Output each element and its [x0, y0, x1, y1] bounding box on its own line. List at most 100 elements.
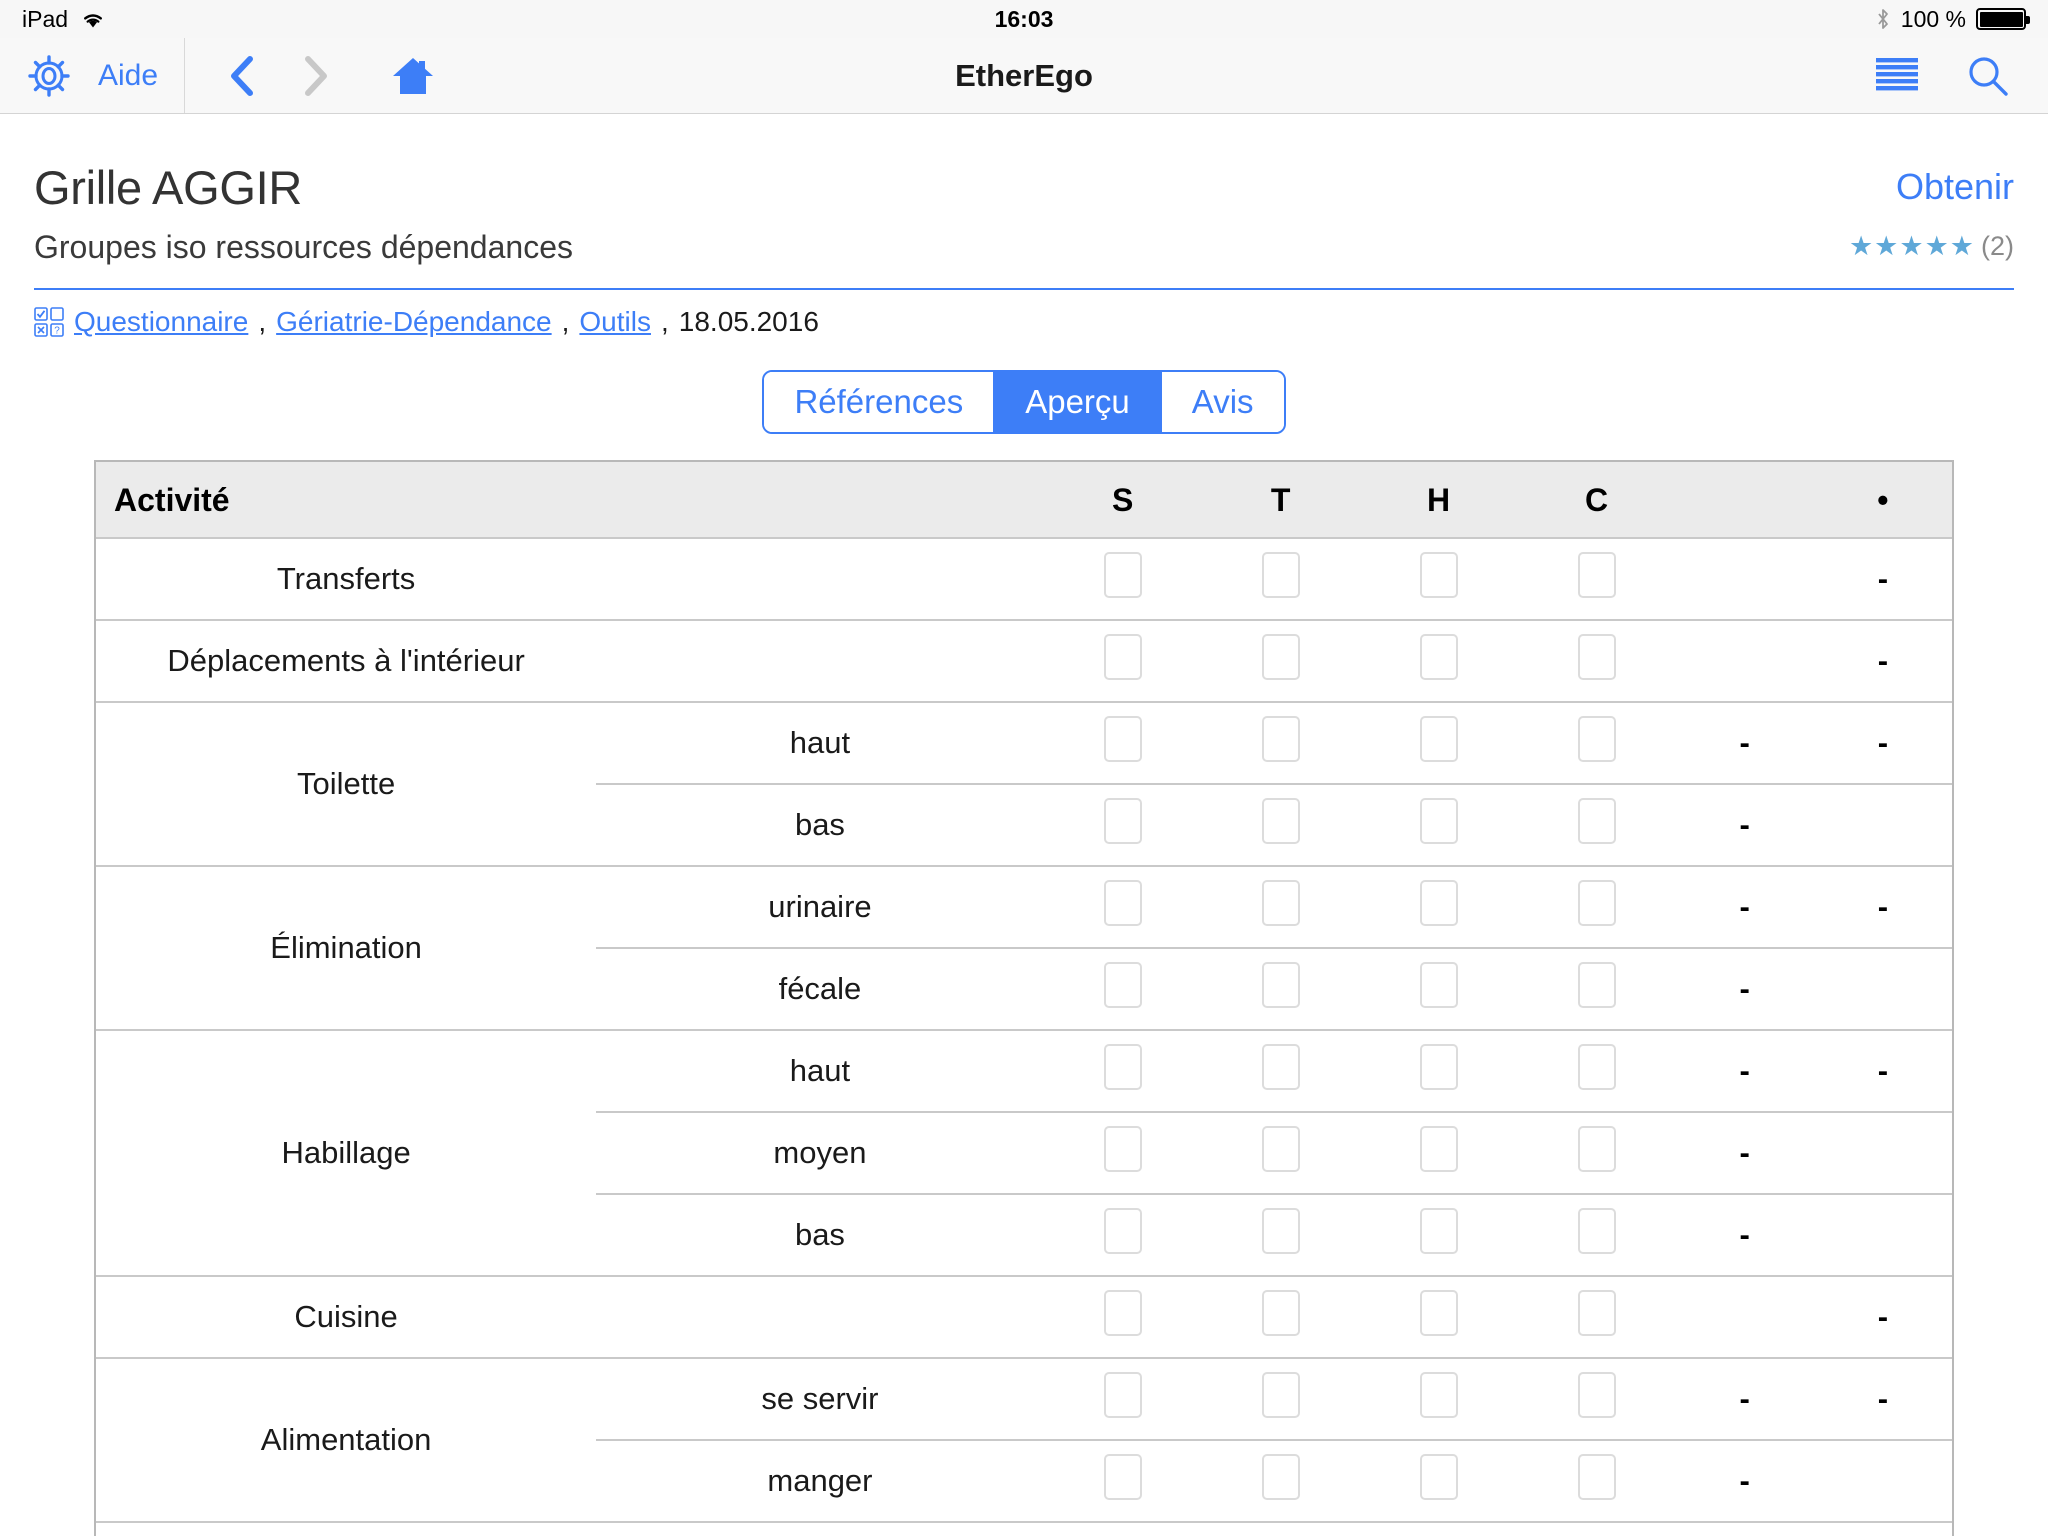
page-subtitle: Groupes iso ressources dépendances — [34, 229, 573, 266]
checkbox-c[interactable] — [1578, 1126, 1616, 1172]
search-icon[interactable] — [1966, 54, 2010, 98]
toolbar-help-group: Aide — [0, 38, 185, 113]
checkbox-t[interactable] — [1262, 1454, 1300, 1500]
chevron-right-icon[interactable] — [299, 53, 333, 99]
checkbox-t[interactable] — [1262, 798, 1300, 844]
checkbox-s[interactable] — [1104, 1290, 1142, 1336]
chevron-left-icon[interactable] — [225, 53, 259, 99]
activity-label: Cuisine — [96, 1276, 596, 1358]
checkbox-cell-t — [1202, 1276, 1360, 1358]
subtotal-cell — [1676, 538, 1814, 620]
activity-label: Transferts — [96, 538, 596, 620]
checkbox-t[interactable] — [1262, 716, 1300, 762]
checkbox-h[interactable] — [1420, 1044, 1458, 1090]
checkbox-t[interactable] — [1262, 1290, 1300, 1336]
breadcrumb-link-geriatrie[interactable]: Gériatrie-Dépendance — [276, 306, 552, 338]
home-icon[interactable] — [391, 55, 435, 97]
checkbox-c[interactable] — [1578, 1290, 1616, 1336]
segmented-control: Références Aperçu Avis — [762, 370, 1285, 434]
tab-avis[interactable]: Avis — [1162, 372, 1284, 432]
tab-references[interactable]: Références — [764, 372, 995, 432]
obtain-button[interactable]: Obtenir — [1896, 166, 2014, 208]
sub-activity-empty — [596, 620, 1044, 702]
checkbox-s[interactable] — [1104, 552, 1142, 598]
sub-activity-label: moyen — [596, 1112, 1044, 1194]
checkbox-c[interactable] — [1578, 1044, 1616, 1090]
checkbox-t[interactable] — [1262, 1208, 1300, 1254]
page-title: Grille AGGIR — [34, 160, 302, 215]
total-cell — [1814, 1194, 1952, 1276]
help-button[interactable]: Aide — [98, 59, 158, 93]
checkbox-h[interactable] — [1420, 962, 1458, 1008]
table-row: Habillagehaut-- — [96, 1030, 1952, 1112]
checkbox-c[interactable] — [1578, 552, 1616, 598]
subtotal-cell: - — [1676, 866, 1814, 948]
checkbox-s[interactable] — [1104, 1454, 1142, 1500]
checkbox-h[interactable] — [1420, 1454, 1458, 1500]
gear-icon[interactable] — [26, 53, 72, 99]
app-toolbar: Aide EtherEgo — [0, 38, 2048, 114]
checkbox-h[interactable] — [1420, 1290, 1458, 1336]
rating-widget[interactable]: ★★★★★ (2) — [1849, 231, 2014, 266]
checkbox-s[interactable] — [1104, 1372, 1142, 1418]
tab-apercu[interactable]: Aperçu — [995, 372, 1162, 432]
checkbox-s[interactable] — [1104, 962, 1142, 1008]
activity-label: Alimentation — [96, 1358, 596, 1522]
activity-label: Toilette — [96, 702, 596, 866]
checkbox-cell-c — [1518, 1440, 1676, 1522]
checkbox-cell-c — [1518, 538, 1676, 620]
checkbox-s[interactable] — [1104, 634, 1142, 680]
checkbox-cell-c — [1518, 1522, 1676, 1536]
checkbox-t[interactable] — [1262, 880, 1300, 926]
checkbox-t[interactable] — [1262, 1126, 1300, 1172]
total-cell: - — [1814, 1358, 1952, 1440]
activity-label: Suivi du traitement — [96, 1522, 596, 1536]
subtotal-cell: - — [1676, 1112, 1814, 1194]
breadcrumb-link-outils[interactable]: Outils — [579, 306, 651, 338]
breadcrumb-link-questionnaire[interactable]: Questionnaire — [74, 306, 248, 338]
battery-icon — [1976, 8, 2026, 30]
checkbox-s[interactable] — [1104, 1208, 1142, 1254]
checkbox-s[interactable] — [1104, 798, 1142, 844]
checkbox-h[interactable] — [1420, 634, 1458, 680]
checkbox-c[interactable] — [1578, 1454, 1616, 1500]
checkbox-s[interactable] — [1104, 716, 1142, 762]
checkbox-h[interactable] — [1420, 716, 1458, 762]
checkbox-t[interactable] — [1262, 1044, 1300, 1090]
bluetooth-icon — [1875, 7, 1891, 31]
checkbox-t[interactable] — [1262, 1372, 1300, 1418]
checkbox-c[interactable] — [1578, 880, 1616, 926]
checkbox-s[interactable] — [1104, 1126, 1142, 1172]
checkbox-t[interactable] — [1262, 962, 1300, 1008]
sub-activity-label: haut — [596, 1030, 1044, 1112]
checkbox-t[interactable] — [1262, 552, 1300, 598]
col-header-h: H — [1360, 462, 1518, 538]
table-row: Éliminationurinaire-- — [96, 866, 1952, 948]
subtitle-row: Groupes iso ressources dépendances ★★★★★… — [34, 229, 2014, 266]
checkbox-h[interactable] — [1420, 1126, 1458, 1172]
subtotal-cell: - — [1676, 702, 1814, 784]
checkbox-h[interactable] — [1420, 1208, 1458, 1254]
sub-activity-label: haut — [596, 702, 1044, 784]
subtotal-cell — [1676, 620, 1814, 702]
checkbox-t[interactable] — [1262, 634, 1300, 680]
checkbox-h[interactable] — [1420, 880, 1458, 926]
checkbox-c[interactable] — [1578, 1372, 1616, 1418]
checkbox-c[interactable] — [1578, 1208, 1616, 1254]
checkbox-h[interactable] — [1420, 1372, 1458, 1418]
checkbox-c[interactable] — [1578, 798, 1616, 844]
checkbox-cell-c — [1518, 1112, 1676, 1194]
checkbox-h[interactable] — [1420, 798, 1458, 844]
checkbox-cell-s — [1044, 1440, 1202, 1522]
checkbox-s[interactable] — [1104, 880, 1142, 926]
checkbox-c[interactable] — [1578, 716, 1616, 762]
subtotal-cell: - — [1676, 1440, 1814, 1522]
checkbox-c[interactable] — [1578, 634, 1616, 680]
battery-percent-label: 100 % — [1901, 6, 1966, 33]
checkbox-c[interactable] — [1578, 962, 1616, 1008]
subtotal-cell: - — [1676, 1194, 1814, 1276]
wifi-icon — [80, 9, 106, 29]
checkbox-h[interactable] — [1420, 552, 1458, 598]
list-lines-icon[interactable] — [1876, 58, 1918, 94]
checkbox-s[interactable] — [1104, 1044, 1142, 1090]
